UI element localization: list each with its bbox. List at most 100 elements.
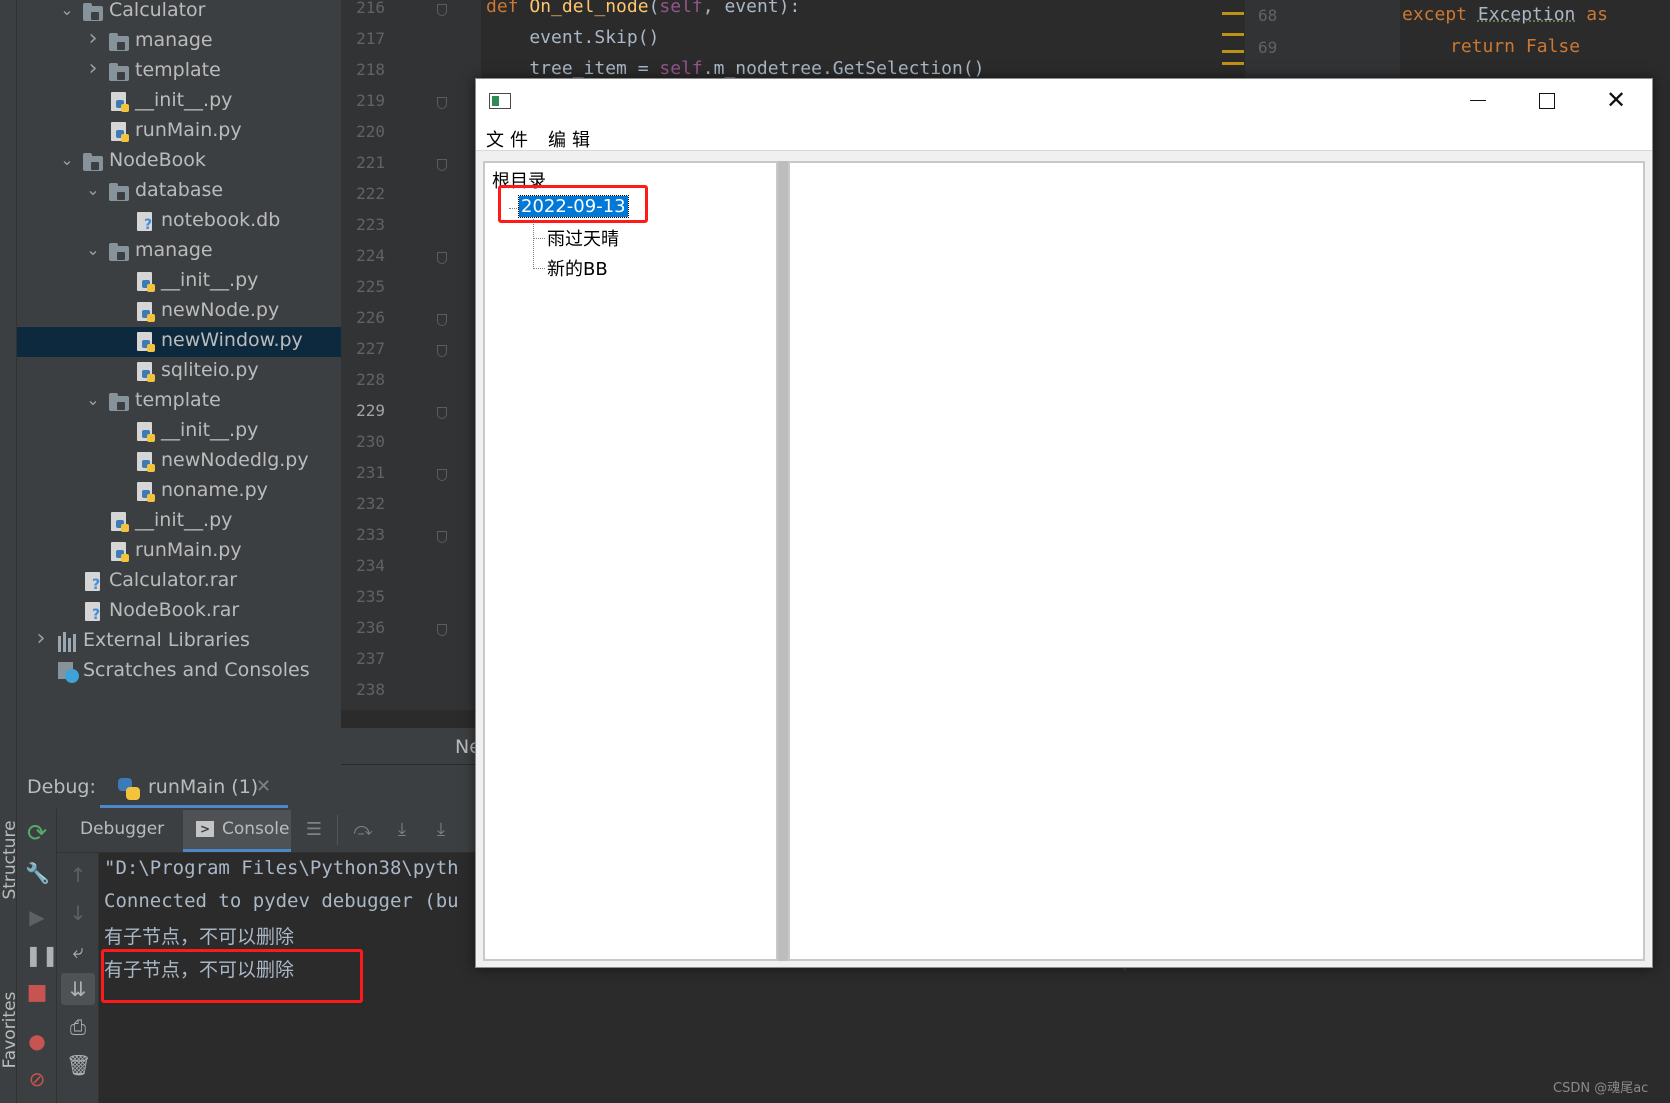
step-into-my-code-icon[interactable]: ⤓ [430, 820, 452, 840]
breakpoints-icon[interactable]: ● [25, 1029, 49, 1053]
project-tree-item[interactable]: ⌄ database [17, 177, 341, 207]
layout-icon[interactable]: ☰ [303, 820, 325, 840]
project-tree-label: newNode.py [161, 299, 280, 321]
project-tree-label: database [135, 179, 224, 201]
project-tree-item[interactable]: ? notebook.db [17, 207, 341, 237]
line-number: 227 [356, 339, 385, 358]
chevron-down-icon[interactable]: ⌄ [59, 0, 75, 19]
project-tree-label: Scratches and Consoles [83, 659, 310, 681]
library-icon [57, 632, 79, 652]
chevron-down-icon[interactable]: ⌄ [85, 180, 101, 199]
project-tree-item[interactable]: runMain.py [17, 537, 341, 567]
project-tree-item[interactable]: sqliteio.py [17, 357, 341, 387]
node-tree[interactable]: 根目录 2022-09-13 雨过天晴 新的BB [483, 161, 778, 961]
project-tree-item[interactable]: ? Calculator.rar [17, 567, 341, 597]
fold-icon[interactable] [437, 345, 447, 357]
fold-icon[interactable] [437, 531, 447, 543]
project-tree-item[interactable]: Scratches and Consoles [17, 657, 341, 687]
resume-icon[interactable]: ▶ [25, 905, 49, 929]
project-tree-item[interactable]: newNode.py [17, 297, 341, 327]
project-tree-label: manage [135, 29, 213, 51]
fold-icon[interactable] [437, 314, 447, 326]
wrench-icon[interactable]: 🔧 [25, 861, 50, 885]
stop-icon[interactable]: ■ [25, 981, 49, 1005]
arrow-up-icon[interactable]: ↑ [66, 863, 90, 887]
chevron-down-icon[interactable]: ⌄ [85, 390, 101, 409]
project-tree-item[interactable]: › External Libraries [17, 626, 341, 657]
project-tree-item[interactable]: › manage [17, 26, 341, 57]
line-number: 217 [356, 29, 385, 48]
line-number: 223 [356, 215, 385, 234]
tree-node[interactable]: 新的BB [547, 255, 608, 281]
project-tree-item[interactable]: ⌄ manage [17, 237, 341, 267]
project-tree-label: template [135, 59, 221, 81]
error-stripe-mark[interactable] [1222, 62, 1244, 65]
close-icon[interactable]: ✕ [256, 776, 271, 797]
step-over-icon[interactable]: ⤼ [352, 820, 374, 840]
line-number: 225 [356, 277, 385, 296]
project-tree-item[interactable]: ⌄ Calculator [17, 0, 341, 27]
line-number: 222 [356, 184, 385, 203]
project-tree-item[interactable]: __init__.py [17, 507, 341, 537]
project-tree-label: __init__.py [161, 419, 259, 441]
line-number: 221 [356, 153, 385, 172]
project-tree-item[interactable]: newNodedlg.py [17, 447, 341, 477]
project-tree-item[interactable]: __init__.py [17, 87, 341, 117]
scroll-to-end-icon[interactable]: ⇊ [66, 977, 90, 1001]
line-number: 233 [356, 525, 385, 544]
fold-icon[interactable] [437, 97, 447, 109]
fold-icon[interactable] [437, 624, 447, 636]
console-line: "D:\Program Files\Python38\pyth [104, 857, 459, 879]
project-tree-item[interactable]: ⌄ template [17, 387, 341, 417]
python-file-icon [135, 482, 157, 502]
minimize-button[interactable] [1443, 79, 1511, 121]
chevron-down-icon[interactable]: ⌄ [59, 150, 75, 169]
chevron-right-icon[interactable]: › [85, 26, 101, 51]
window-titlebar[interactable]: ✕ [476, 79, 1652, 121]
fold-icon[interactable] [437, 252, 447, 264]
folder-icon [109, 243, 129, 261]
project-tree-item[interactable]: newWindow.py [17, 327, 341, 357]
rerun-icon[interactable]: ⟳ [25, 821, 49, 845]
step-into-icon[interactable]: ⤓ [391, 820, 413, 840]
debugger-tab[interactable]: Debugger [80, 819, 164, 839]
chevron-right-icon[interactable]: › [33, 626, 49, 651]
menu-edit[interactable]: 编辑 [548, 126, 596, 152]
project-tree-item[interactable]: runMain.py [17, 117, 341, 147]
line-number: 224 [356, 246, 385, 265]
project-tree-item[interactable]: __init__.py [17, 267, 341, 297]
maximize-button[interactable] [1512, 79, 1580, 121]
project-tree-item[interactable]: __init__.py [17, 417, 341, 447]
trash-icon[interactable]: 🗑 [66, 1053, 91, 1077]
folder-icon [83, 153, 103, 171]
chevron-down-icon[interactable]: ⌄ [85, 240, 101, 259]
line-number: 228 [356, 370, 385, 389]
tree-node[interactable]: 雨过天晴 [547, 225, 619, 251]
menu-file[interactable]: 文件 [486, 126, 534, 152]
fold-icon[interactable] [437, 4, 447, 16]
error-stripe-mark[interactable] [1222, 50, 1244, 53]
mute-breakpoints-icon[interactable]: ⊘ [25, 1067, 49, 1091]
project-tree-item[interactable]: noname.py [17, 477, 341, 507]
project-tree-item[interactable]: ⌄ NodeBook [17, 147, 341, 177]
project-tree-item[interactable]: ? NodeBook.rar [17, 597, 341, 627]
folder-icon [109, 183, 129, 201]
fold-icon[interactable] [437, 407, 447, 419]
line-number: 234 [356, 556, 385, 575]
error-stripe-mark[interactable] [1222, 12, 1244, 15]
soft-wrap-icon[interactable]: ⤶ [66, 939, 90, 963]
pause-icon[interactable]: ❚❚ [25, 943, 59, 967]
fold-icon[interactable] [437, 469, 447, 481]
app-icon [489, 93, 511, 109]
error-stripe-mark[interactable] [1222, 33, 1244, 36]
print-icon[interactable]: ⎙ [66, 1015, 90, 1039]
chevron-right-icon[interactable]: › [85, 56, 101, 81]
content-panel[interactable] [788, 161, 1645, 961]
close-button[interactable]: ✕ [1582, 79, 1650, 121]
arrow-down-icon[interactable]: ↓ [66, 901, 90, 925]
fold-icon[interactable] [437, 159, 447, 171]
project-tree-item[interactable]: › template [17, 56, 341, 87]
right-code-line-68: except Exception as [1402, 4, 1608, 25]
line-number: 216 [356, 0, 385, 17]
splitter[interactable] [778, 161, 788, 961]
